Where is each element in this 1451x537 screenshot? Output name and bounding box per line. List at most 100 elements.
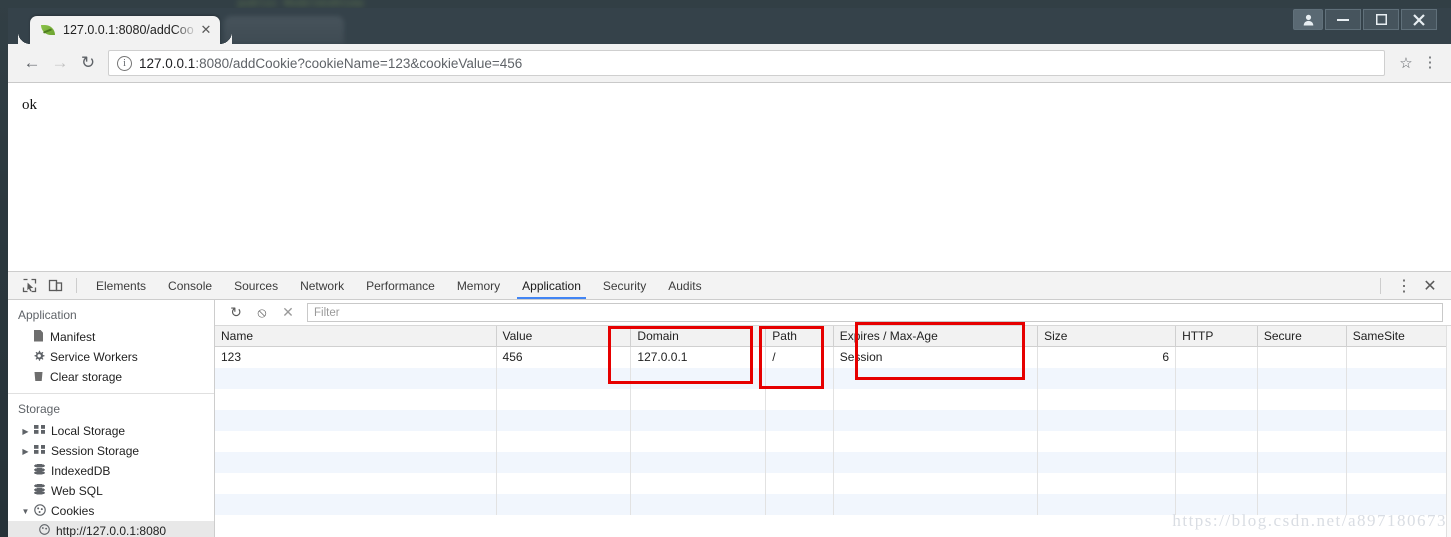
tab-sources[interactable]: Sources	[223, 272, 289, 299]
document-icon	[30, 329, 47, 345]
table-row-empty	[215, 388, 1451, 410]
column-header-name[interactable]: Name	[215, 326, 497, 347]
tab-strip: 127.0.0.1:8080/addCoo ✕	[8, 16, 1451, 44]
table-row-empty	[215, 430, 1451, 452]
column-header-expires[interactable]: Expires / Max-Age	[833, 326, 1039, 347]
cell-path: /	[765, 346, 834, 368]
sidebar-item-web-sql[interactable]: Web SQL	[8, 481, 214, 501]
site-info-icon[interactable]: i	[117, 55, 132, 71]
reload-button[interactable]: ↻	[74, 49, 102, 77]
tab-memory[interactable]: Memory	[446, 272, 511, 299]
sidebar-item-label: IndexedDB	[51, 464, 111, 478]
sidebar-item-clear-storage[interactable]: Clear storage	[8, 367, 214, 387]
chevron-right-icon[interactable]: ▶	[20, 447, 31, 456]
sidebar-item-cookie-origin[interactable]: http://127.0.0.1:8080	[8, 521, 214, 537]
tab-elements[interactable]: Elements	[85, 272, 157, 299]
device-toolbar-icon[interactable]	[42, 272, 68, 299]
table-scrollbar[interactable]	[1446, 326, 1451, 537]
address-bar[interactable]: i 127.0.0.1:8080/addCookie?cookieName=12…	[108, 50, 1385, 76]
sidebar-item-local-storage[interactable]: ▶ Local Storage	[8, 421, 214, 441]
tab-active[interactable]: 127.0.0.1:8080/addCoo ✕	[30, 16, 232, 44]
gear-icon	[30, 350, 47, 365]
clear-all-cookies-icon[interactable]: ⦸	[249, 302, 275, 324]
sidebar-item-label: Service Workers	[50, 350, 138, 364]
cell-expires: Session	[833, 346, 1039, 368]
browser-window: 127.0.0.1:8080/addCoo ✕ ← → ↻ i 127.0.0.…	[8, 8, 1451, 537]
right-divider	[1380, 277, 1381, 294]
chevron-down-icon[interactable]: ▼	[20, 507, 31, 516]
grid-icon	[31, 445, 48, 457]
cell-domain: 127.0.0.1	[630, 346, 767, 368]
devtools-panel: Elements Console Sources Network Perform…	[8, 271, 1451, 537]
column-header-size[interactable]: Size	[1037, 326, 1177, 347]
address-bar-path: :8080/addCookie?cookieName=123&cookieVal…	[195, 55, 523, 71]
cookie-panel: ↻ ⦸ ✕ Filter Name Value Domain Path Expi…	[215, 300, 1451, 537]
devtools-right-controls: ⋮ ✕	[1380, 272, 1451, 299]
trash-icon	[30, 370, 47, 384]
sidebar-item-label: Local Storage	[51, 424, 126, 438]
sidebar-item-label: Cookies	[51, 504, 95, 518]
devtools-sidebar: Application Manifest Service Workers Cle…	[8, 300, 215, 537]
sidebar-group-storage: Storage	[18, 402, 61, 416]
browser-toolbar: ← → ↻ i 127.0.0.1:8080/addCookie?cookieN…	[8, 44, 1451, 82]
watermark-text: https://blog.csdn.net/a897180673	[1172, 511, 1447, 530]
forward-button[interactable]: →	[46, 49, 74, 77]
sidebar-item-label: Web SQL	[51, 484, 103, 498]
cell-secure	[1257, 346, 1347, 368]
sidebar-group-application: Application	[18, 308, 77, 322]
sidebar-item-label: Manifest	[50, 330, 96, 344]
database-icon	[31, 484, 48, 498]
devtools-body: Application Manifest Service Workers Cle…	[8, 300, 1451, 537]
cookie-icon	[36, 524, 53, 537]
address-bar-host: 127.0.0.1	[139, 55, 196, 71]
table-row-empty	[215, 367, 1451, 389]
column-header-value[interactable]: Value	[496, 326, 632, 347]
cookie-table: Name Value Domain Path Expires / Max-Age…	[215, 326, 1451, 515]
inspect-element-icon[interactable]	[16, 272, 42, 299]
tab-close-icon[interactable]: ✕	[198, 22, 214, 38]
column-header-domain[interactable]: Domain	[630, 326, 767, 347]
browser-menu-icon[interactable]: ⋮	[1419, 55, 1441, 70]
table-row-empty	[215, 409, 1451, 431]
tab-security[interactable]: Security	[592, 272, 657, 299]
cookie-icon	[31, 503, 48, 519]
toolbar-divider	[76, 278, 77, 293]
table-header-row: Name Value Domain Path Expires / Max-Age…	[215, 326, 1451, 347]
grid-icon	[31, 425, 48, 437]
sidebar-item-service-workers[interactable]: Service Workers	[8, 347, 214, 367]
back-button[interactable]: ←	[18, 49, 46, 77]
cell-samesite	[1346, 346, 1451, 368]
tab-performance[interactable]: Performance	[355, 272, 446, 299]
sidebar-item-label: Session Storage	[51, 444, 140, 458]
tab-application[interactable]: Application	[511, 272, 592, 299]
filter-input[interactable]: Filter	[307, 303, 1443, 322]
column-header-samesite[interactable]: SameSite	[1346, 326, 1451, 347]
chevron-right-icon[interactable]: ▶	[20, 427, 31, 436]
cell-value: 456	[496, 346, 632, 368]
spring-leaf-icon	[40, 22, 56, 38]
devtools-tabbar: Elements Console Sources Network Perform…	[8, 272, 1451, 300]
tab-console[interactable]: Console	[157, 272, 223, 299]
bookmark-star-icon[interactable]: ☆	[1393, 54, 1419, 72]
tab-audits[interactable]: Audits	[657, 272, 712, 299]
database-icon	[31, 464, 48, 478]
background-tab[interactable]	[224, 16, 344, 44]
delete-cookie-icon[interactable]: ✕	[275, 302, 301, 324]
refresh-icon[interactable]: ↻	[223, 302, 249, 324]
column-header-http[interactable]: HTTP	[1175, 326, 1258, 347]
sidebar-item-session-storage[interactable]: ▶ Session Storage	[8, 441, 214, 461]
devtools-close-icon[interactable]: ✕	[1417, 276, 1443, 296]
cell-size: 6	[1037, 346, 1177, 368]
column-header-secure[interactable]: Secure	[1257, 326, 1347, 347]
devtools-menu-icon[interactable]: ⋮	[1391, 276, 1417, 296]
table-row-empty	[215, 451, 1451, 473]
sidebar-item-indexeddb[interactable]: IndexedDB	[8, 461, 214, 481]
sidebar-item-manifest[interactable]: Manifest	[8, 327, 214, 347]
tab-title: 127.0.0.1:8080/addCoo	[63, 23, 194, 37]
column-header-path[interactable]: Path	[765, 326, 834, 347]
sidebar-item-label: Clear storage	[50, 370, 123, 384]
tab-network[interactable]: Network	[289, 272, 355, 299]
sidebar-item-cookies[interactable]: ▼ Cookies	[8, 501, 214, 521]
table-row-empty	[215, 472, 1451, 494]
table-row[interactable]: 123 456 127.0.0.1 / Session 6	[215, 346, 1451, 368]
